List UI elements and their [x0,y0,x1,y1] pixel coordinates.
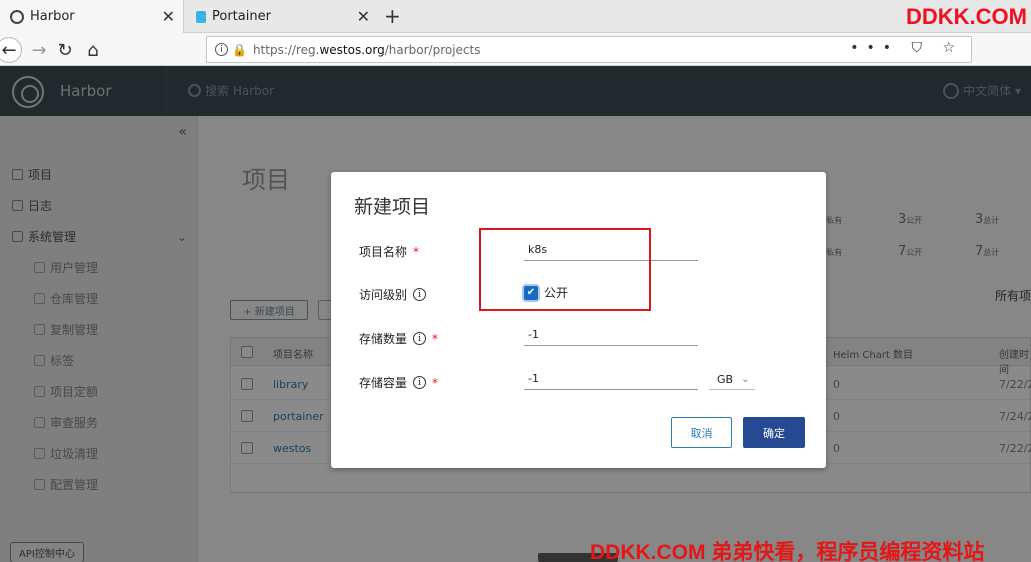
capacity-unit-select[interactable]: GB ⌄ [709,370,755,390]
tab-harbor[interactable]: Harbor ✕ [0,0,184,33]
browser-tab-bar: Harbor ✕ Portainer ✕ + DDKK.COM [0,0,1031,33]
storage-capacity-label: 存储容量 i * [359,375,439,391]
access-level-label: 访问级别 i [359,286,427,303]
annotation-highlight-box [479,228,651,311]
home-icon[interactable]: ⌂ [80,37,106,63]
confirm-button[interactable]: 确定 [743,417,805,448]
info-icon[interactable]: i [413,288,427,301]
reload-icon[interactable]: ↻ [52,37,78,63]
unit-value: GB [717,373,734,386]
harbor-favicon-icon [10,9,24,24]
storage-count-label: 存储数量 i * [359,331,439,347]
tab-portainer[interactable]: Portainer ✕ [186,0,378,33]
brand-watermark: DDKK.COM [906,4,1027,29]
required-mark: * [432,375,439,390]
info-icon[interactable]: i [413,376,427,389]
required-mark: * [432,331,439,346]
cancel-button[interactable]: 取消 [671,417,732,448]
close-icon[interactable]: ✕ [162,7,175,26]
info-icon[interactable]: i [413,332,427,345]
tab-harbor-label: Harbor [30,9,75,24]
close-icon[interactable]: ✕ [357,7,370,26]
url-text: https://reg.westos.org/harbor/projects [252,42,481,57]
dialog-title: 新建项目 [354,196,431,218]
portainer-favicon-icon [196,10,206,23]
project-name-label: 项目名称 * [359,244,420,260]
address-bar[interactable]: i 🔒 https://reg.westos.org/harbor/projec… [206,36,972,63]
required-mark: * [413,244,420,259]
page-actions-icons[interactable]: ••• ⛉ ☆ [850,40,963,56]
browser-nav-bar: ← → ↻ ⌂ i 🔒 https://reg.westos.org/harbo… [0,33,1031,66]
forward-arrow-icon[interactable]: → [26,37,52,63]
lock-warning-icon[interactable]: 🔒 [232,43,247,57]
back-arrow-icon[interactable]: ← [0,37,22,63]
info-icon[interactable]: i [215,43,228,56]
tab-portainer-label: Portainer [212,9,271,24]
chevron-down-icon: ⌄ [741,374,750,385]
new-project-dialog: 新建项目 项目名称* 访问级别i ✔ 公开 存储数量i* 存储容量i* GB⌄ … [331,172,826,468]
storage-count-input[interactable] [524,324,698,346]
storage-capacity-input[interactable] [524,368,698,390]
site-watermark: DDKK.COM 弟弟快看，程序员编程资料站 [590,541,985,562]
new-tab-icon[interactable]: + [384,4,401,28]
